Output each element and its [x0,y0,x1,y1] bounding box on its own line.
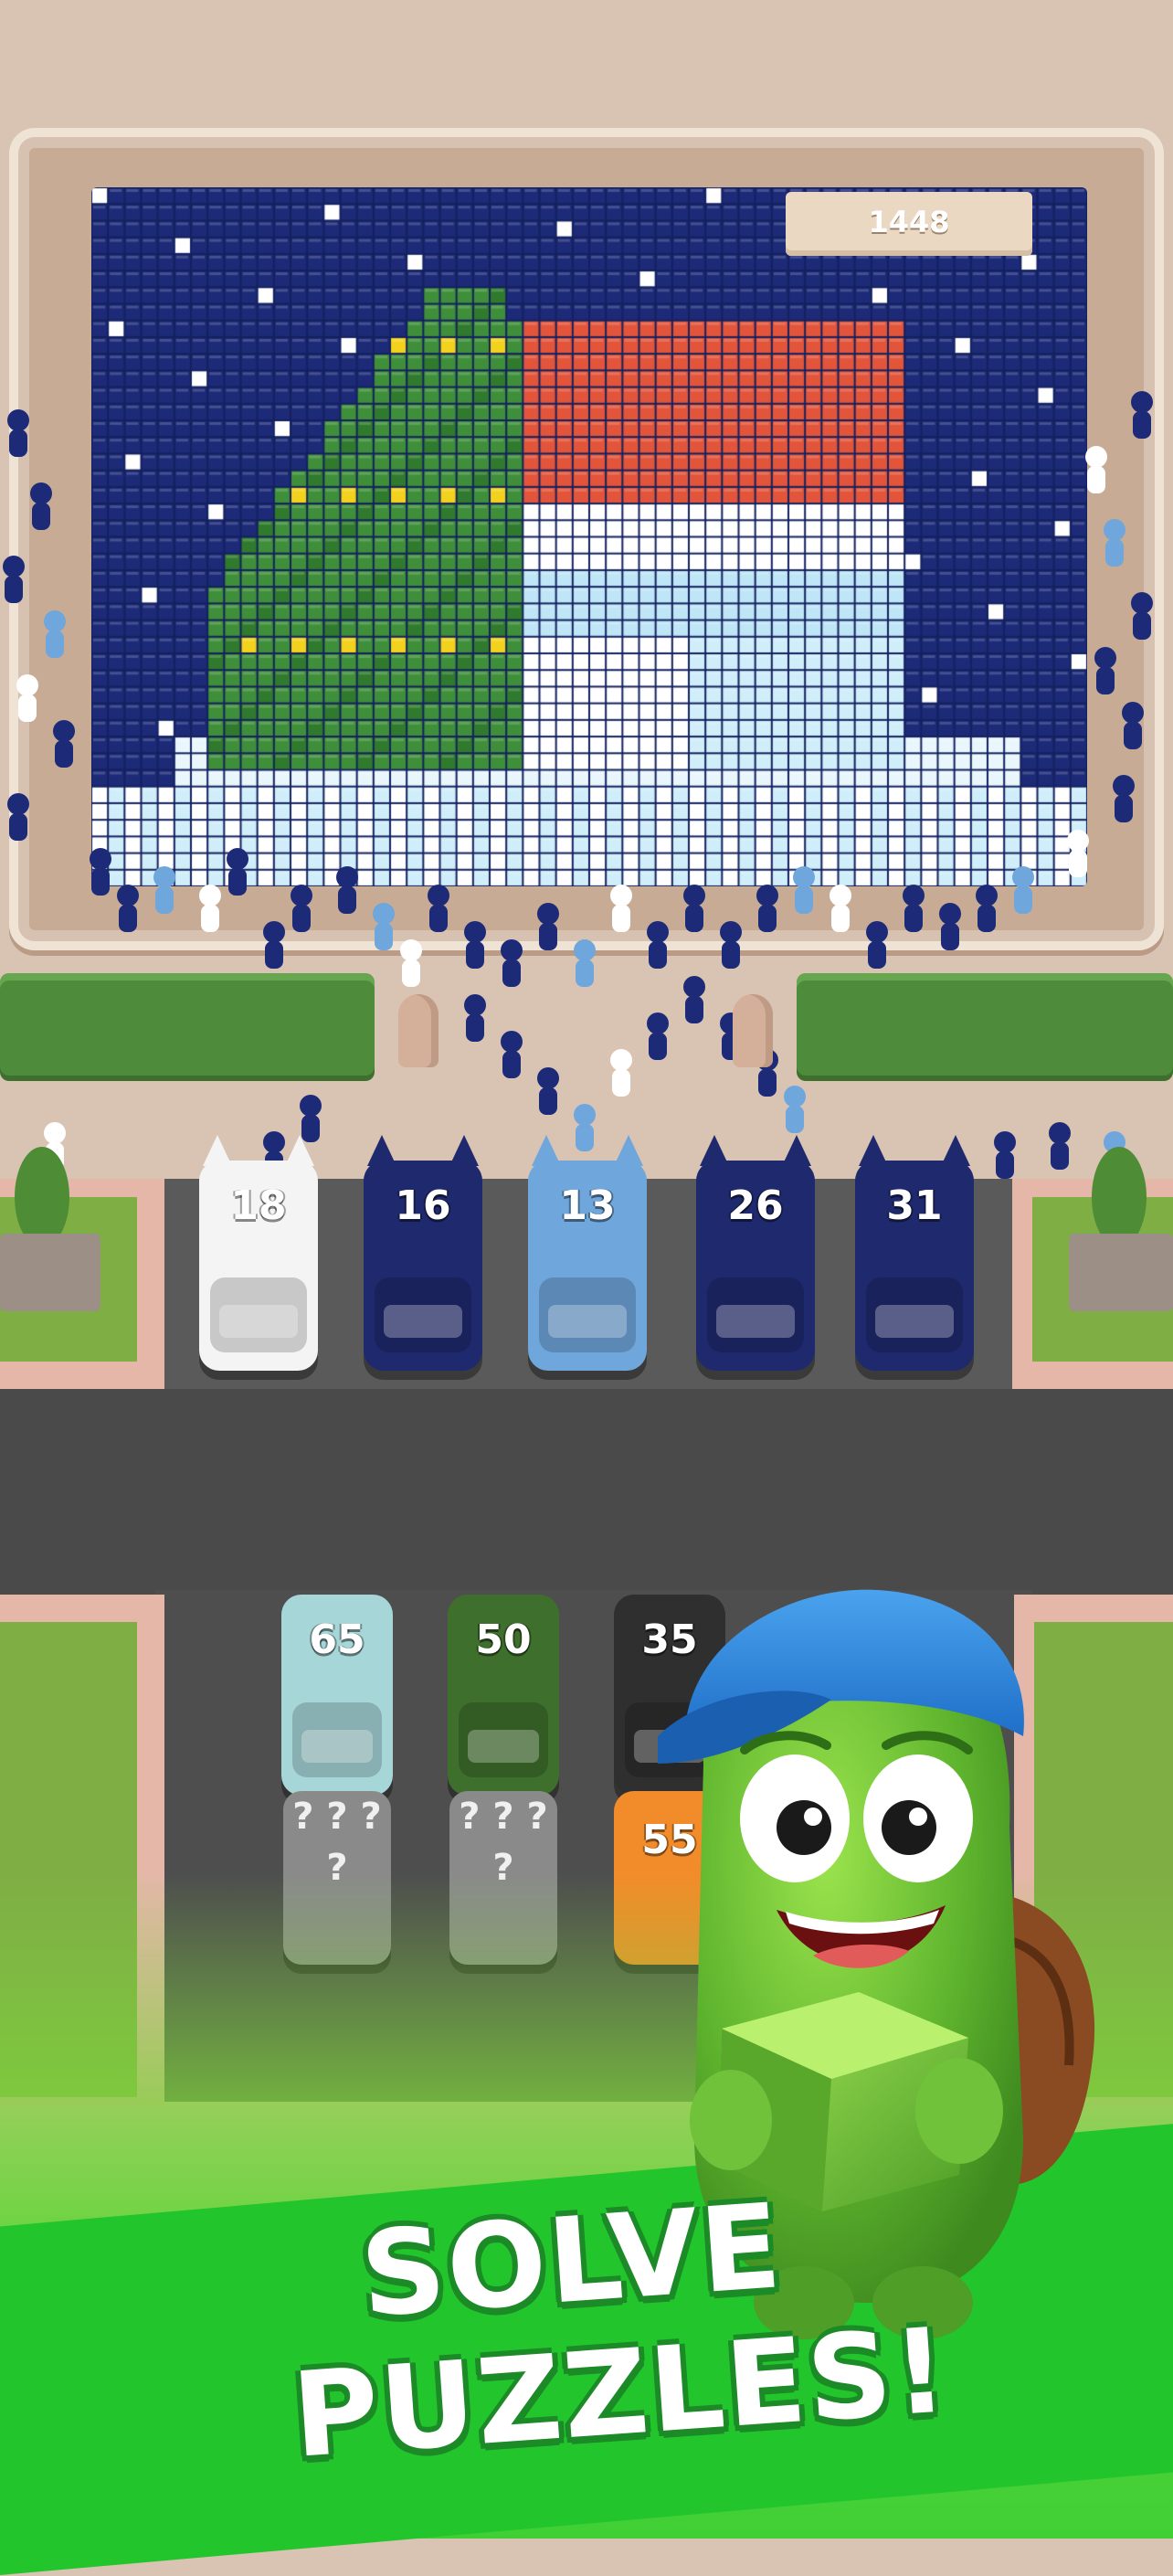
tree-left [15,1147,69,1247]
crowd-figure [1131,592,1153,640]
parked-truck-1[interactable]: 18 [199,1135,318,1371]
crowd-figure [793,866,815,914]
parked-truck-3[interactable]: 13 [528,1135,647,1371]
crowd-figure [574,1104,596,1151]
crowd-figure [1131,391,1153,439]
crowd-figure [7,793,29,841]
crowd-figure [7,409,29,457]
tree-right [1092,1147,1147,1247]
post-left [398,994,439,1067]
planter-left [0,1234,100,1311]
crowd-figure [227,848,248,896]
crowd-figure [117,885,139,932]
crowd [3,391,1153,1179]
queue-truck-1[interactable]: 65 [281,1595,393,1796]
crowd-figure [3,556,25,603]
crowd-figure [53,720,75,768]
crowd-figure [1067,830,1089,877]
crowd-figure [400,939,422,987]
crowd-figure [647,921,669,969]
crowd-figure [501,1031,523,1078]
crowd-figure [428,885,449,932]
crowd-figure [903,885,925,932]
crowd-figure [1085,446,1107,493]
hedge-left [0,973,375,1076]
crowd-figure [976,885,998,932]
crowd-figure [1122,702,1144,749]
truck-count-label: 26 [727,1182,784,1229]
crowd-figure [830,885,851,932]
crowd-figure [1094,647,1116,694]
crowd-figure [574,939,596,987]
crowd-figure [866,921,888,969]
parked-truck-2[interactable]: 16 [364,1135,482,1371]
hedge-right [797,973,1173,1076]
crowd-figure [373,903,395,950]
crowd-figure [263,921,285,969]
crowd-figure [501,939,523,987]
crowd-figure [291,885,312,932]
truck-count-label: 50 [475,1617,532,1663]
crowd-figure [683,885,705,932]
crowd-figure [1113,775,1135,822]
crowd-figure [647,1012,669,1060]
crowd-figure [939,903,961,950]
crowd-figure [336,866,358,914]
mosaic-counter: 1448 [786,192,1032,256]
crowd-figure [16,674,38,722]
crowd-figure [537,1067,559,1115]
queue-truck-2[interactable]: 50 [448,1595,559,1796]
crowd-figure [994,1131,1016,1179]
crowd-figure [30,482,52,530]
crowd-figure [199,885,221,932]
crowd-figure [153,866,175,914]
crowd-figure [44,610,66,658]
parked-truck-5[interactable]: 31 [855,1135,974,1371]
crowd-figure [1104,519,1125,567]
crowd-figure [1049,1122,1071,1170]
crowd-figure [610,885,632,932]
crowd-figure [683,976,705,1023]
crowd-figure [784,1086,806,1133]
crowd-figure [464,921,486,969]
truck-count-label: 16 [395,1182,451,1229]
truck-count-label: 13 [559,1182,616,1229]
crowd-figure [90,848,111,896]
crowd-figure [756,885,778,932]
parked-truck-4[interactable]: 26 [696,1135,815,1371]
crowd-figure [537,903,559,950]
crowd-figure [1012,866,1034,914]
crowd-figure [610,1049,632,1097]
planter-right [1069,1234,1173,1311]
truck-count-label: 18 [230,1182,287,1229]
truck-count-label: 31 [886,1182,943,1229]
truck-count-label: 65 [309,1617,365,1663]
crowd-figure [464,994,486,1042]
post-right [733,994,773,1067]
crowd-figure [720,921,742,969]
